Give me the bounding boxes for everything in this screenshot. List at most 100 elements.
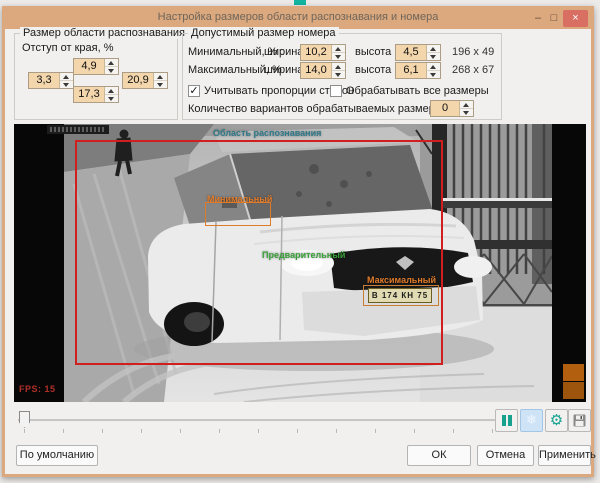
spin-up-button[interactable]: [427, 63, 440, 70]
spin-up-button[interactable]: [460, 101, 473, 108]
default-button[interactable]: По умолчанию: [16, 445, 98, 466]
spin-up-button[interactable]: [105, 87, 118, 94]
margin-bottom-value[interactable]: 17,3: [74, 87, 104, 102]
arrow-up-icon: [157, 75, 163, 79]
recognition-area-rect[interactable]: [75, 140, 443, 365]
arrow-up-icon: [463, 103, 469, 107]
variants-value[interactable]: 0: [431, 101, 459, 116]
margin-left-value[interactable]: 3,3: [29, 73, 59, 88]
recognition-area-overlay-label: Область распознавания: [213, 128, 321, 138]
apply-button[interactable]: Применить: [538, 445, 591, 466]
spin-up-button[interactable]: [332, 45, 345, 52]
arrow-up-icon: [335, 47, 341, 51]
arrow-up-icon: [108, 89, 114, 93]
spin-down-button[interactable]: [105, 94, 118, 102]
arrow-down-icon: [463, 111, 469, 115]
camera-timestamp-overlay: [47, 125, 109, 134]
arrow-down-icon: [430, 73, 436, 77]
width-label: ширина: [264, 64, 303, 76]
timeline-slider-track[interactable]: [18, 419, 498, 422]
spin-down-button[interactable]: [460, 108, 473, 116]
arrow-up-icon: [335, 65, 341, 69]
spin-down-button[interactable]: [332, 70, 345, 78]
spin-up-button[interactable]: [427, 45, 440, 52]
window-title: Настройка размеров области распознавания…: [5, 11, 591, 23]
spin-down-button[interactable]: [427, 70, 440, 78]
maximize-icon: □: [551, 12, 558, 24]
maximize-button[interactable]: □: [547, 11, 561, 26]
spin-up-button[interactable]: [154, 73, 167, 80]
save-icon: [573, 414, 586, 427]
margin-label: Отступ от края, %: [22, 42, 114, 54]
spin-down-button[interactable]: [427, 52, 440, 60]
spin-down-button[interactable]: [105, 66, 118, 74]
color-swatch-top[interactable]: [563, 364, 584, 381]
margin-top-value[interactable]: 4,9: [74, 59, 104, 74]
cancel-button[interactable]: Отмена: [477, 445, 534, 466]
margin-top-spinner[interactable]: 4,9: [73, 58, 119, 75]
fps-counter: FPS: 15: [19, 384, 56, 394]
preliminary-overlay-label: Предварительный: [262, 250, 345, 260]
margin-bottom-spinner[interactable]: 17,3: [73, 86, 119, 103]
arrow-down-icon: [63, 83, 69, 87]
min-width-value[interactable]: 10,2: [301, 45, 331, 60]
ok-button[interactable]: ОК: [407, 445, 471, 466]
page-artifact: [294, 0, 306, 5]
min-width-spinner[interactable]: 10,2: [300, 44, 346, 61]
pause-icon: [502, 415, 506, 426]
color-swatch-bottom[interactable]: [563, 382, 584, 399]
margin-right-value[interactable]: 20,9: [123, 73, 153, 88]
height-label: высота: [355, 64, 391, 76]
arrow-down-icon: [335, 73, 341, 77]
pause-icon: [508, 415, 512, 426]
process-all-label[interactable]: Обрабатывать все размеры: [346, 85, 489, 97]
check-icon: ✓: [189, 85, 198, 97]
license-plate: В 174 КН 75: [368, 288, 432, 303]
max-height-value[interactable]: 6,1: [396, 63, 426, 78]
timeline-ticks: [24, 429, 494, 433]
max-size-overlay-label: Максимальный: [367, 275, 436, 285]
max-width-spinner[interactable]: 14,0: [300, 62, 346, 79]
freeze-frame-button[interactable]: ❄: [520, 409, 543, 432]
height-label: высота: [355, 46, 391, 58]
arrow-down-icon: [108, 69, 114, 73]
close-button[interactable]: ×: [563, 10, 588, 27]
snowflake-icon: ❄: [526, 412, 537, 427]
spin-down-button[interactable]: [332, 52, 345, 60]
variants-spinner[interactable]: 0: [430, 100, 474, 117]
process-all-checkbox[interactable]: [330, 85, 342, 97]
spin-down-button[interactable]: [154, 80, 167, 88]
spin-up-button[interactable]: [105, 59, 118, 66]
arrow-up-icon: [430, 65, 436, 69]
max-width-value[interactable]: 14,0: [301, 63, 331, 78]
video-preview[interactable]: Область распознавания Минимальный Предва…: [14, 124, 586, 402]
spin-up-button[interactable]: [60, 73, 73, 80]
arrow-up-icon: [63, 75, 69, 79]
max-height-spinner[interactable]: 6,1: [395, 62, 441, 79]
min-size-box[interactable]: [205, 202, 271, 226]
max-pixels-label: 268 x 67: [452, 64, 494, 76]
margin-right-spinner[interactable]: 20,9: [122, 72, 168, 89]
close-icon: ×: [572, 12, 578, 24]
min-height-value[interactable]: 4,5: [396, 45, 426, 60]
spin-down-button[interactable]: [60, 80, 73, 88]
settings-button[interactable]: ⚙: [545, 409, 568, 432]
arrow-down-icon: [157, 83, 163, 87]
arrow-down-icon: [430, 55, 436, 59]
arrow-up-icon: [430, 47, 436, 51]
variants-label: Количество вариантов обрабатываемых разм…: [188, 103, 450, 115]
save-frame-button[interactable]: [568, 409, 591, 432]
screenshot-stage: Настройка размеров области распознавания…: [0, 0, 600, 483]
keep-proportions-checkbox[interactable]: ✓: [188, 85, 200, 97]
min-height-spinner[interactable]: 4,5: [395, 44, 441, 61]
arrow-up-icon: [108, 61, 114, 65]
spin-up-button[interactable]: [332, 63, 345, 70]
recognition-area-title: Размер области распознавания: [20, 27, 188, 39]
plate-size-title: Допустимый размер номера: [188, 27, 339, 39]
arrow-down-icon: [335, 55, 341, 59]
minimize-button[interactable]: –: [531, 11, 545, 26]
margin-left-spinner[interactable]: 3,3: [28, 72, 74, 89]
pause-button[interactable]: [495, 409, 518, 432]
minimize-icon: –: [535, 12, 541, 24]
gear-icon: ⚙: [550, 412, 563, 429]
